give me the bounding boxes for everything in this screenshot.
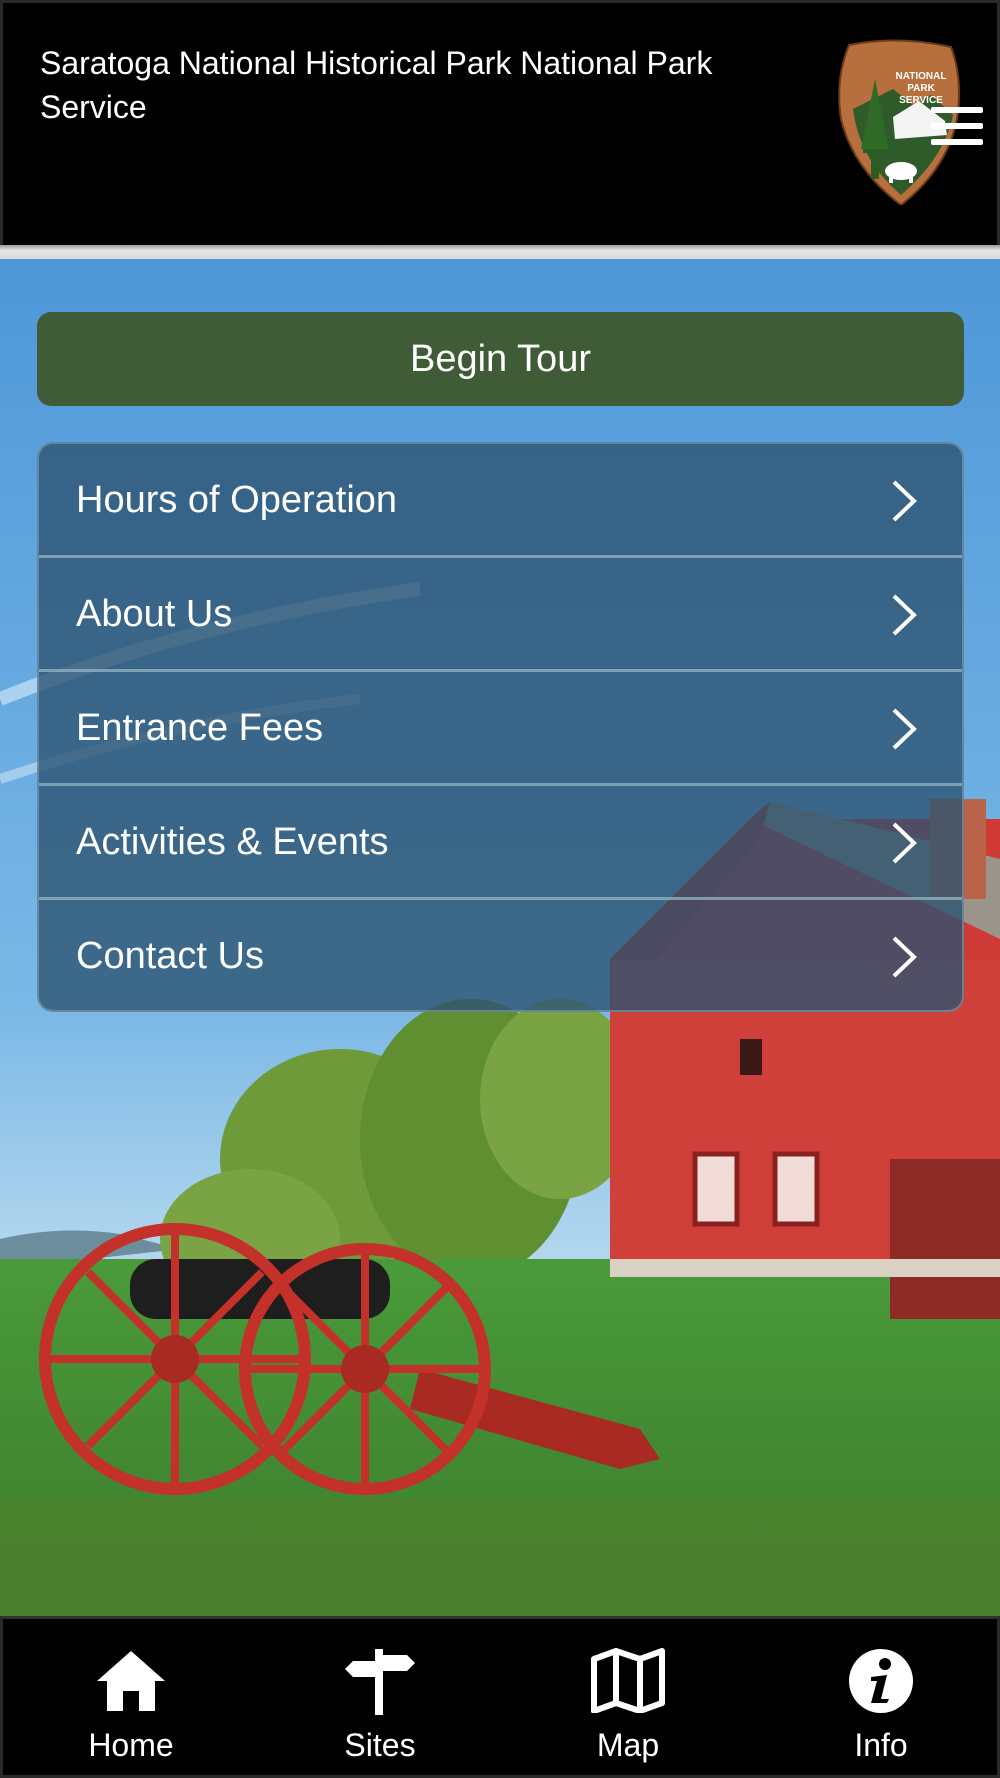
app-header: Saratoga National Historical Park Nation… [0,0,1000,245]
bottom-tab-bar: Home Sites Map Info [0,1616,1000,1778]
signpost-icon [345,1649,415,1715]
chevron-right-icon [892,594,917,636]
info-menu-list: Hours of Operation About Us Entrance Fee… [37,442,964,1012]
map-icon [591,1648,665,1713]
menu-item-activities-events[interactable]: Activities & Events [39,786,962,900]
hamburger-menu-icon[interactable] [931,103,983,151]
menu-item-contact-us[interactable]: Contact Us [39,900,962,1010]
menu-item-label: Hours of Operation [76,479,398,521]
begin-tour-button[interactable]: Begin Tour [37,312,964,406]
tab-label: Info [854,1727,908,1763]
tab-map[interactable]: Map [528,1619,728,1775]
svg-text:NATIONAL: NATIONAL [896,71,947,82]
menu-item-entrance-fees[interactable]: Entrance Fees [39,672,962,786]
tab-sites[interactable]: Sites [280,1619,480,1775]
menu-item-about-us[interactable]: About Us [39,558,962,672]
chevron-right-icon [892,822,917,864]
tab-home[interactable]: Home [31,1619,231,1775]
header-divider [0,245,1000,259]
tab-label: Map [596,1727,660,1763]
page-title: Saratoga National Historical Park Nation… [40,45,713,125]
menu-item-hours-of-operation[interactable]: Hours of Operation [39,444,962,558]
menu-item-label: Entrance Fees [76,707,324,749]
svg-text:PARK: PARK [907,83,935,94]
tab-info[interactable]: Info [781,1619,981,1775]
chevron-right-icon [892,708,917,750]
home-icon [97,1651,165,1711]
menu-item-label: Activities & Events [76,821,389,863]
menu-item-label: About Us [76,593,233,635]
chevron-right-icon [892,936,917,978]
menu-item-label: Contact Us [76,935,264,977]
tab-label: Sites [344,1727,416,1763]
info-icon [849,1649,913,1713]
tab-label: Home [88,1727,174,1763]
chevron-right-icon [892,480,917,522]
